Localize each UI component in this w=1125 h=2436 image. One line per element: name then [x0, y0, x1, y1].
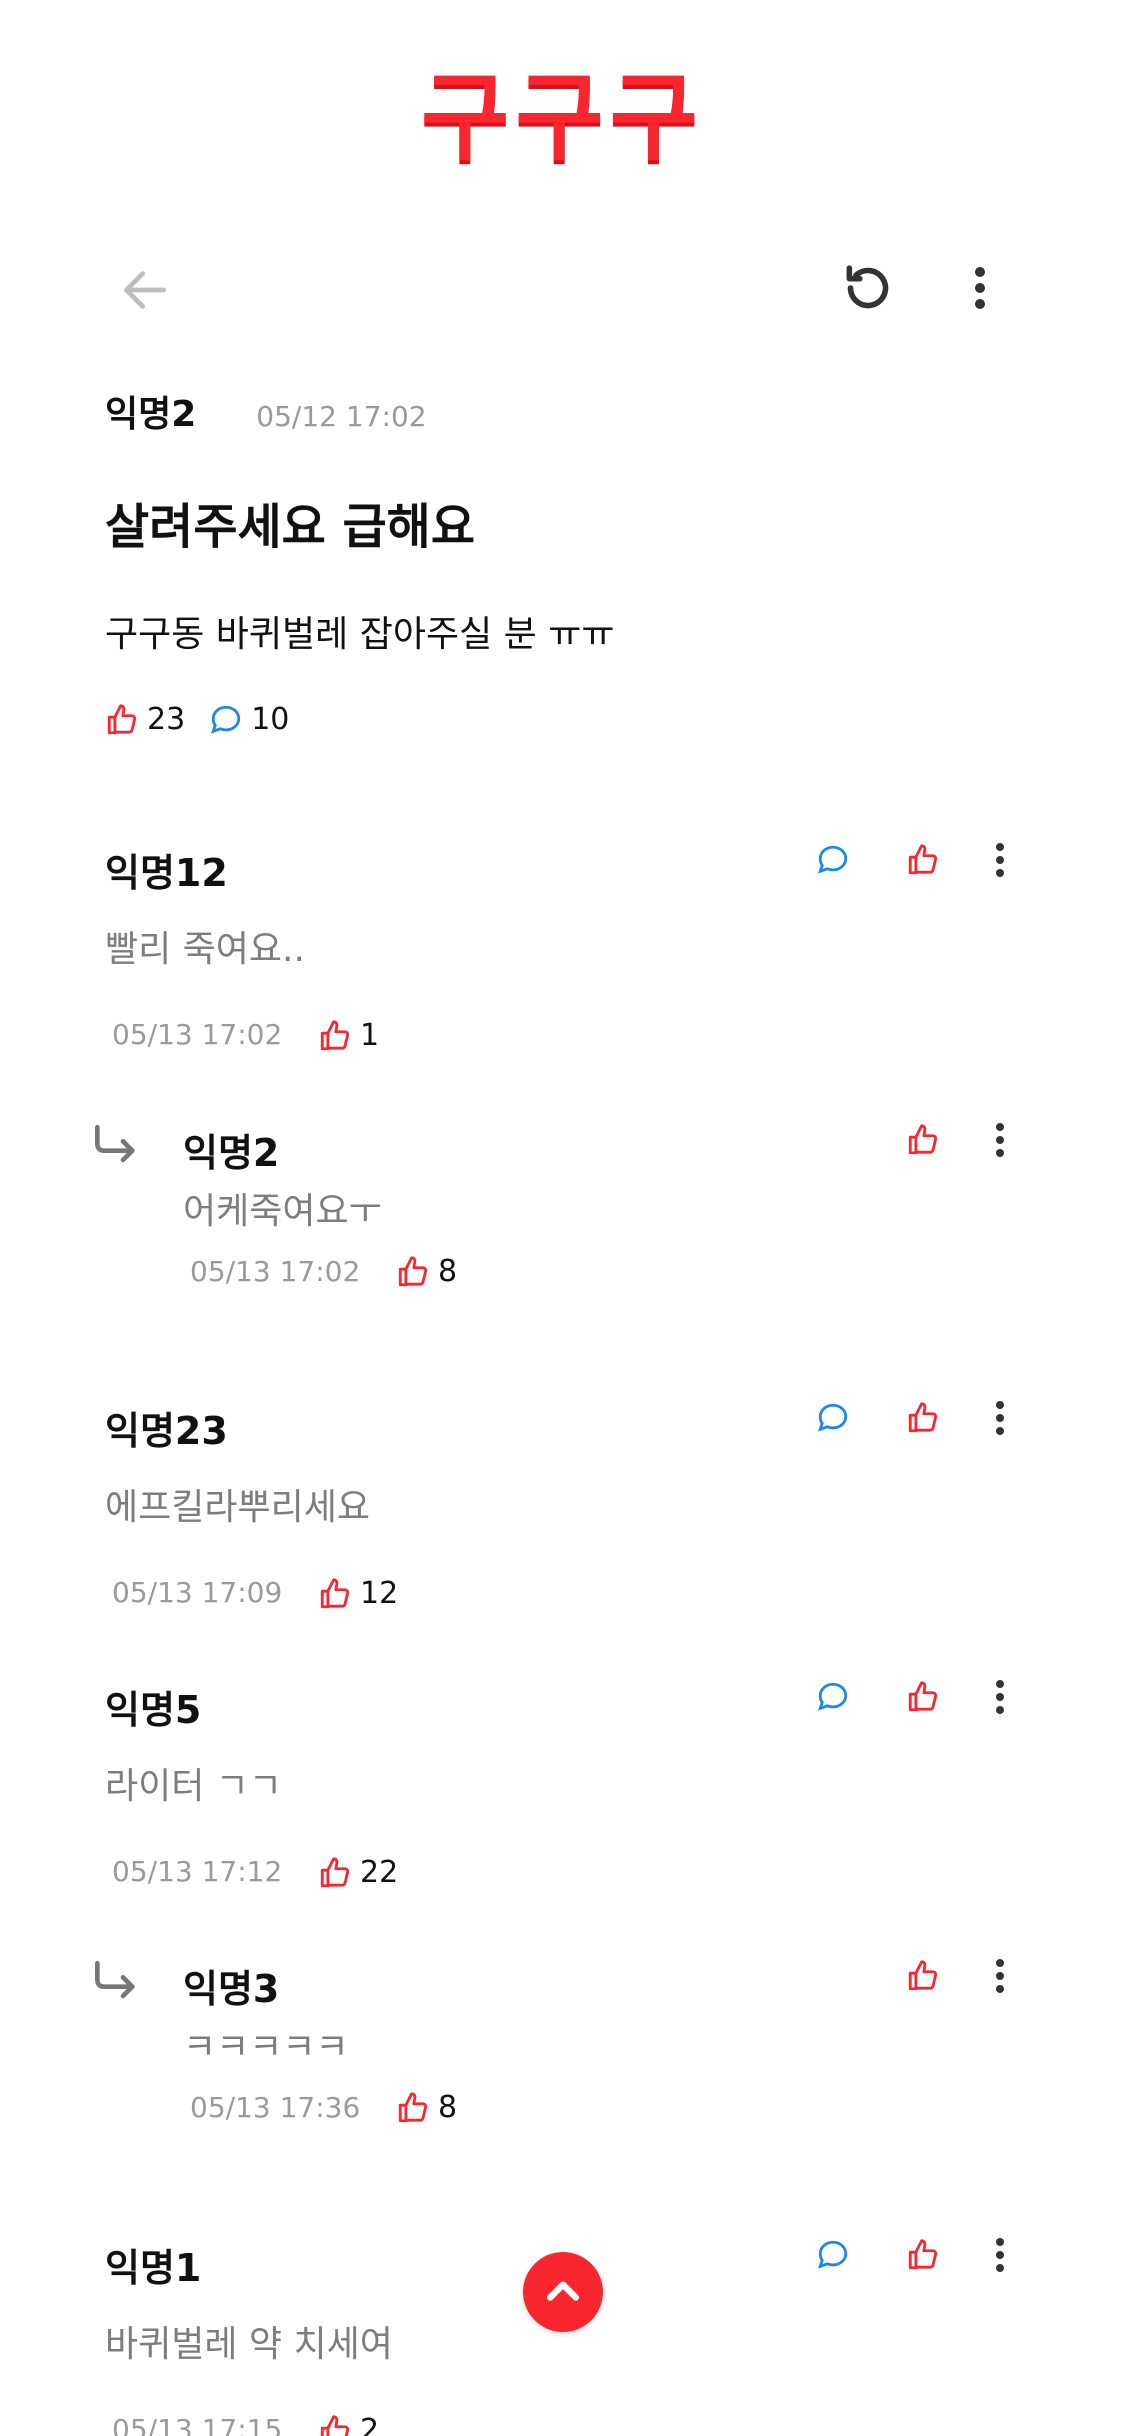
thumbs-up-icon — [908, 1124, 938, 1155]
speech-bubble-icon — [817, 845, 848, 874]
comment-like-count[interactable]: 1 — [318, 1018, 379, 1053]
post-like-value: 23 — [147, 702, 186, 737]
more-vertical-icon — [996, 1123, 1004, 1157]
comment-more-button[interactable] — [970, 1667, 1030, 1727]
comment-text: 에프킬라뿌리세요 — [105, 1487, 370, 1528]
post: 익명2 05/12 17:02 살려주세요 급해요 구구동 바퀴벌레 잡아주실 … — [105, 385, 1025, 737]
speech-bubble-icon — [817, 1403, 848, 1432]
thumbs-up-icon — [398, 1255, 428, 1286]
comment-text: 라이터 ㄱㄱ — [105, 1766, 283, 1807]
comment-author: 익명12 — [105, 851, 228, 895]
reply-button[interactable] — [803, 1388, 863, 1448]
reply-arrow-icon — [95, 1125, 135, 1163]
speech-bubble-icon — [211, 705, 241, 734]
post-title: 살려주세요 급해요 — [105, 499, 475, 555]
more-vertical-icon — [975, 267, 985, 309]
comment-text: 어케죽여요ㅜ — [183, 1191, 382, 1232]
more-vertical-icon — [996, 1401, 1004, 1435]
reply-button[interactable] — [803, 1667, 863, 1727]
more-vertical-icon — [996, 2238, 1004, 2272]
comment-more-button[interactable] — [970, 1388, 1030, 1448]
comment-date: 05/13 17:02 — [190, 1255, 361, 1288]
post-comment-count[interactable]: 10 — [209, 702, 289, 737]
comment-text: 바퀴벌레 약 치세여 — [105, 2324, 393, 2365]
comment-date: 05/13 17:15 — [112, 2413, 283, 2436]
like-button[interactable] — [893, 2225, 953, 2285]
thumbs-up-icon — [320, 2414, 350, 2436]
comment-like-count[interactable]: 8 — [396, 1254, 457, 1289]
logo-text: 구구구 — [421, 62, 704, 174]
post-body: 구구동 바퀴벌레 잡아주실 분 ㅠㅠ — [105, 614, 615, 655]
comment-text: ㅋㅋㅋㅋㅋ — [183, 2027, 349, 2068]
comment-more-button[interactable] — [970, 2225, 1030, 2285]
reply-arrow-icon — [95, 1961, 135, 1999]
comment-more-button[interactable] — [970, 1946, 1030, 2006]
thumbs-up-icon — [908, 844, 938, 875]
app-logo: 구구구 — [0, 70, 1125, 166]
comment-like-value: 8 — [438, 1254, 458, 1289]
comment-like-count[interactable]: 2 — [318, 2413, 379, 2436]
post-like-count[interactable]: 23 — [105, 702, 185, 737]
thumbs-up-icon — [320, 1577, 350, 1608]
chevron-up-icon — [546, 2281, 580, 2301]
reply-button[interactable] — [803, 2225, 863, 2285]
comment-date: 05/13 17:12 — [112, 1855, 283, 1888]
arrow-left-icon — [124, 271, 167, 309]
more-vertical-icon — [996, 1959, 1004, 1993]
like-button[interactable] — [893, 1946, 953, 2006]
comment-like-value: 1 — [360, 1018, 380, 1053]
thumbs-up-icon — [908, 2239, 938, 2270]
comment-like-value: 8 — [438, 2090, 458, 2125]
reply-indicator — [88, 1118, 144, 1174]
refresh-icon — [846, 265, 889, 309]
comment-like-count[interactable]: 22 — [318, 1855, 398, 1890]
speech-bubble-icon — [817, 1682, 848, 1711]
thumbs-up-icon — [908, 1402, 938, 1433]
comment-like-value: 22 — [360, 1855, 399, 1890]
refresh-button[interactable] — [830, 250, 906, 326]
comment-like-value: 2 — [360, 2413, 380, 2436]
comment-like-value: 12 — [360, 1576, 399, 1611]
thumbs-up-icon — [908, 1681, 938, 1712]
thumbs-up-icon — [107, 703, 137, 734]
comment-more-button[interactable] — [970, 1110, 1030, 1170]
comment-author: 익명5 — [105, 1688, 202, 1732]
like-button[interactable] — [893, 830, 953, 890]
like-button[interactable] — [893, 1110, 953, 1170]
comment-author: 익명3 — [183, 1967, 280, 2011]
comment-date: 05/13 17:09 — [112, 1576, 283, 1609]
thumbs-up-icon — [398, 2091, 428, 2122]
comment-text: 빨리 죽여요.. — [105, 929, 305, 970]
thumbs-up-icon — [320, 1019, 350, 1050]
post-stats: 23 10 — [105, 702, 1025, 737]
thumbs-up-icon — [320, 1856, 350, 1887]
more-options-button[interactable] — [955, 250, 1005, 326]
comment-like-count[interactable]: 8 — [396, 2090, 457, 2125]
comment-author: 익명2 — [183, 1131, 280, 1175]
scroll-top-button[interactable] — [523, 2252, 603, 2332]
post-date: 05/12 17:02 — [256, 400, 427, 433]
comment-like-count[interactable]: 12 — [318, 1576, 398, 1611]
like-button[interactable] — [893, 1667, 953, 1727]
more-vertical-icon — [996, 843, 1004, 877]
reply-indicator — [88, 1954, 144, 2010]
comment-author: 익명23 — [105, 1409, 228, 1453]
speech-bubble-icon — [817, 2240, 848, 2269]
post-meta: 익명2 05/12 17:02 — [105, 385, 1025, 437]
comment-date: 05/13 17:36 — [190, 2091, 361, 2124]
comment-author: 익명1 — [105, 2246, 202, 2290]
thumbs-up-icon — [908, 1960, 938, 1991]
reply-button[interactable] — [803, 830, 863, 890]
back-button[interactable] — [110, 255, 180, 325]
post-comment-value: 10 — [251, 702, 290, 737]
like-button[interactable] — [893, 1388, 953, 1448]
comment-date: 05/13 17:02 — [112, 1018, 283, 1051]
post-author: 익명2 — [105, 394, 197, 435]
comment-more-button[interactable] — [970, 830, 1030, 890]
more-vertical-icon — [996, 1680, 1004, 1714]
